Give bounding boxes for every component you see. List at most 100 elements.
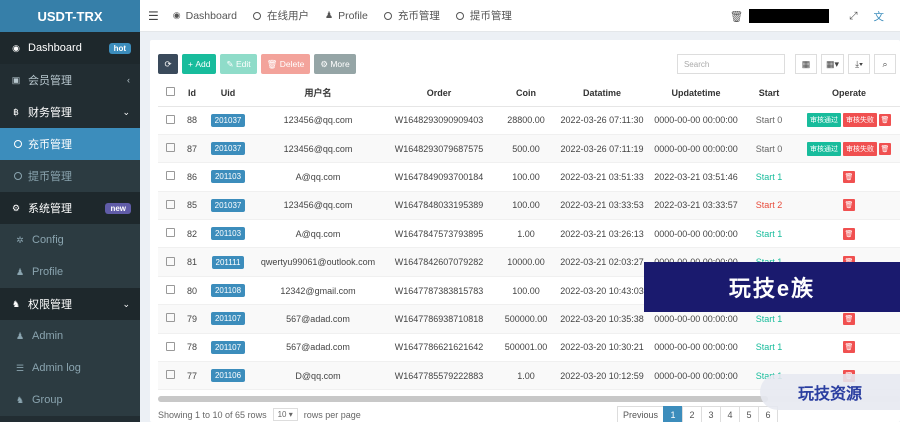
uid-badge[interactable]: 201106 [210,369,246,383]
row-checkbox[interactable] [158,219,182,249]
delete-row-button[interactable]: 🗑 [843,341,855,354]
table-row[interactable]: 88 201037 123456@qq.com W1648293090909403 28… [158,106,900,135]
trash-icon[interactable]: 🗑 [730,10,743,23]
page-3-button[interactable]: 3 [701,406,722,422]
tab-withdraw[interactable]: 提币管理 [455,8,512,23]
page-size-select[interactable]: 10 ▾ [272,408,298,421]
columns-button[interactable]: ▦▾ [820,54,844,74]
table-row[interactable]: 78 201107 567@adad.com W1647786621621642 500… [158,333,900,363]
col-datatime[interactable]: Datatime [556,80,648,107]
col-id[interactable]: Id [182,80,202,107]
approve-button[interactable]: 审核通过 [807,141,841,156]
table-row[interactable]: 85 201037 123456@qq.com W1647848033195389 10… [158,191,900,221]
uid-badge[interactable]: 201111 [211,255,245,269]
sidebar-item-auth[interactable]: ♞ 权限管理 ⌄ [0,288,140,320]
reject-button[interactable]: 审核失败 [843,113,877,128]
tab-label: 充币管理 [397,10,440,22]
refresh-button[interactable]: ⟳ [158,54,178,74]
delete-row-button[interactable]: 🗑 [843,312,855,325]
cell-username: 123456@qq.com [254,191,382,221]
chevron-left-icon: ‹ [127,75,130,85]
scrollbar-thumb[interactable] [158,396,768,402]
uid-badge[interactable]: 201037 [210,142,246,156]
col-order[interactable]: Order [382,80,496,107]
tab-dashboard[interactable]: ◉ Dashboard [173,10,237,22]
previous-page-button[interactable]: Previous [617,406,665,422]
export-button[interactable]: ⤓▾ [848,54,870,74]
tab-deposit[interactable]: 充币管理 [383,8,440,23]
delete-row-button[interactable]: 🗑 [879,114,891,127]
row-checkbox[interactable] [158,361,182,391]
cell-order: W1647786621621642 [382,333,496,363]
page-1-button[interactable]: 1 [663,406,684,422]
sidebar-item-member[interactable]: ▣ 会员管理 ‹ [0,64,140,96]
sidebar-item-profile[interactable]: ♟ Profile [0,256,140,288]
sidebar-item-config[interactable]: ✲ Config [0,224,140,256]
navbar-right: 🗑 ⤢ 文 [730,0,900,32]
reject-button[interactable]: 审核失败 [843,141,877,156]
more-button[interactable]: ⚙ More [314,54,356,74]
uid-badge[interactable]: 201107 [210,340,246,354]
page-5-button[interactable]: 5 [739,406,760,422]
tab-online-users[interactable]: 在线用户 [253,8,309,23]
search-toggle-button[interactable]: ⌕ [874,54,896,74]
row-checkbox[interactable] [158,106,182,135]
row-checkbox[interactable] [158,134,182,164]
plus-icon: + [188,59,196,69]
row-checkbox[interactable] [158,304,182,334]
delete-button[interactable]: 🗑 Delete [260,54,311,74]
language-icon[interactable]: 文 [874,9,885,24]
table-row[interactable]: 86 201103 A@qq.com W1647849093700184 100.00 2… [158,162,900,192]
user-icon: ♟ [15,266,25,277]
cell-username: 12342@gmail.com [254,276,382,306]
cell-coin: 500.00 [496,134,556,164]
row-checkbox[interactable] [158,247,182,277]
page-4-button[interactable]: 4 [720,406,741,422]
edit-button[interactable]: ✎ Edit [220,54,257,74]
uid-badge[interactable]: 201103 [210,170,246,184]
row-checkbox[interactable] [158,191,182,221]
add-button[interactable]: + Add [182,54,217,74]
select-all-checkbox[interactable] [158,80,182,107]
search-input[interactable]: Search [676,54,785,74]
sidebar-item-finance[interactable]: ฿ 财务管理 ⌄ [0,96,140,128]
sidebar-item-admin[interactable]: ♟ Admin [0,320,140,352]
row-checkbox[interactable] [158,276,182,306]
fullscreen-icon[interactable]: ⤢ [849,10,857,23]
col-username[interactable]: 用户名 [254,80,382,107]
delete-row-button[interactable]: 🗑 [843,170,855,183]
delete-row-button[interactable]: 🗑 [879,142,891,155]
col-start[interactable]: Start [744,80,794,107]
row-checkbox[interactable] [158,333,182,363]
toggle-view-button[interactable]: ▦ [794,54,817,74]
sidebar-item-system[interactable]: ⚙ 系统管理 new [0,192,140,224]
sidebar-item-deposit[interactable]: 充币管理 [0,128,140,160]
app-title[interactable]: USDT-TRX [0,0,140,32]
uid-badge[interactable]: 201107 [210,312,246,326]
approve-button[interactable]: 审核通过 [807,113,841,128]
sidebar-item-group[interactable]: ♞ Group [0,384,140,416]
uid-badge[interactable]: 201037 [210,198,246,212]
uid-badge[interactable]: 201037 [210,113,246,127]
cell-coin: 1.00 [496,361,556,391]
cell-id: 88 [182,106,202,135]
bitcoin-icon: ฿ [13,106,19,117]
delete-row-button[interactable]: 🗑 [843,199,855,212]
col-updatetime[interactable]: Updatetime [648,80,744,107]
delete-row-button[interactable]: 🗑 [843,227,855,240]
col-coin[interactable]: Coin [496,80,556,107]
sidebar-item-withdraw[interactable]: 提币管理 [0,160,140,192]
sidebar-item-admin-log[interactable]: ☰ Admin log [0,352,140,384]
table-row[interactable]: 87 201037 123456@qq.com W1648293079687575 50… [158,134,900,164]
uid-badge[interactable]: 201108 [210,284,246,298]
sidebar-item-dashboard[interactable]: ◉ Dashboard hot [0,32,140,64]
edit-label: Edit [235,59,251,69]
sidebar-item-label: Group [32,394,63,406]
uid-badge[interactable]: 201103 [210,227,246,241]
tab-profile[interactable]: ♟ Profile [325,10,368,22]
page-2-button[interactable]: 2 [682,406,703,422]
hamburger-menu-icon[interactable]: ☰ [148,9,159,23]
col-uid[interactable]: Uid [202,80,254,107]
table-row[interactable]: 82 201103 A@qq.com W1647847573793895 1.00 202… [158,219,900,249]
row-checkbox[interactable] [158,162,182,192]
